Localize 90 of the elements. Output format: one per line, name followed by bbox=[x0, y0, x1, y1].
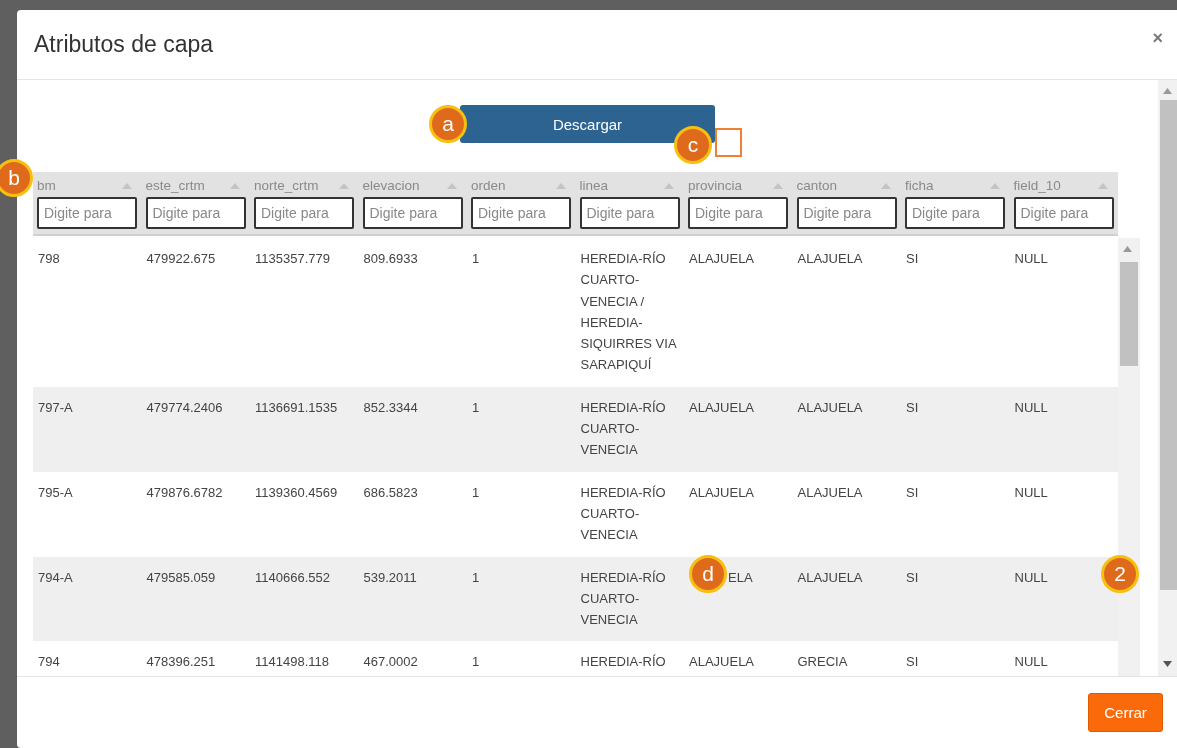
table-cell-text: 479774.2406 bbox=[145, 398, 224, 417]
column-header[interactable]: norte_crtm bbox=[254, 178, 319, 193]
table-cell-text: 1135357.779 bbox=[254, 250, 331, 268]
table-cell-text: ALAJUELA bbox=[796, 483, 864, 502]
table-cell-text: 1140666.552 bbox=[254, 568, 331, 587]
filter-field[interactable]: Digite para bbox=[471, 197, 571, 229]
filter-field[interactable]: Digite para bbox=[145, 197, 246, 229]
table-cell-text: NULL bbox=[1013, 250, 1049, 268]
table-cell-text: 794 bbox=[37, 653, 61, 672]
scroll-down-icon[interactable] bbox=[1163, 661, 1172, 667]
table-cell-text: 794-A bbox=[37, 568, 74, 587]
table-cell-text: 539.2011 bbox=[362, 568, 418, 587]
table-cell-text: 479585.059 bbox=[145, 568, 217, 587]
sort-icon[interactable] bbox=[989, 182, 1000, 189]
sort-icon[interactable] bbox=[121, 182, 132, 189]
column-header[interactable]: canton bbox=[796, 178, 838, 193]
filter-field[interactable]: Digite para bbox=[254, 197, 354, 229]
table-cell-text: 686.5823 bbox=[362, 483, 419, 502]
table-cell-text: ALAJUELA bbox=[688, 483, 756, 502]
table-cell-text: 1 bbox=[471, 250, 481, 268]
table-cell-text: SI bbox=[905, 568, 920, 587]
table-cell-text: 1 bbox=[471, 398, 481, 417]
table-cell-text: NULL bbox=[1013, 398, 1049, 417]
table-cell-text: HEREDIA-RÍO CUARTO-VENECIA bbox=[579, 483, 667, 545]
table-cell-text: 467.0002 bbox=[362, 653, 419, 672]
column-header[interactable]: field_10 bbox=[1013, 178, 1061, 193]
table-cell-text: SI bbox=[905, 250, 920, 268]
sort-icon[interactable] bbox=[664, 182, 674, 189]
table-cell-text: 795-A bbox=[37, 483, 74, 502]
table-cell-text: 478396.251 bbox=[145, 653, 217, 672]
table-cell-text: ALAJUELA bbox=[688, 250, 756, 268]
sort-icon[interactable] bbox=[230, 182, 240, 189]
highlight-marker bbox=[715, 128, 742, 157]
column-header[interactable]: linea bbox=[579, 178, 609, 193]
filter-field[interactable]: Digite para bbox=[688, 197, 788, 229]
table-cell-text: 1 bbox=[471, 568, 481, 587]
table-cell-text: SI bbox=[905, 483, 920, 502]
scroll-thumb[interactable] bbox=[1160, 100, 1177, 590]
table-cell-text: 797-A bbox=[37, 398, 74, 417]
table-cell-text: ALAJUELA bbox=[796, 398, 864, 417]
table-cell-text: 479876.6782 bbox=[145, 483, 224, 502]
table-cell-text: 1141498.118 bbox=[254, 653, 330, 672]
scroll-up-icon[interactable] bbox=[1163, 88, 1172, 94]
column-header[interactable]: orden bbox=[471, 178, 506, 193]
close-button[interactable]: Cerrar bbox=[1088, 693, 1163, 732]
filter-field[interactable]: Digite para bbox=[362, 197, 463, 229]
table-cell-text: ALAJUELA bbox=[796, 250, 864, 268]
table-cell-text: 852.3344 bbox=[362, 398, 419, 417]
column-header[interactable]: provincia bbox=[688, 178, 743, 193]
table-cell-text: 1 bbox=[471, 483, 481, 502]
table-cell-text: ALAJUELA bbox=[688, 398, 756, 417]
sort-icon[interactable] bbox=[555, 182, 566, 189]
table-cell-text: ALAJUELA bbox=[796, 568, 864, 587]
column-header[interactable]: ficha bbox=[905, 178, 934, 193]
table-cell-text: 1136691.1535 bbox=[254, 398, 339, 417]
sort-icon[interactable] bbox=[881, 182, 891, 189]
table-cell-text: 798 bbox=[37, 250, 61, 268]
table-cell-text: HEREDIA-RÍO CUARTO-VENECIA / HEREDIA-SIQUIRRES VIA SARAPIQUÍ bbox=[579, 250, 678, 375]
table-cell-text: HEREDIA-RÍO CUARTO-VENECIA bbox=[579, 568, 667, 630]
close-button[interactable]: × bbox=[1152, 28, 1163, 49]
table-cell-text: 479922.675 bbox=[145, 250, 217, 268]
filter-field[interactable]: Digite para bbox=[37, 197, 137, 229]
column-header[interactable]: bm bbox=[37, 178, 56, 193]
column-header[interactable]: elevacion bbox=[362, 178, 420, 193]
sort-icon[interactable] bbox=[772, 182, 783, 189]
table-cell-text: NULL bbox=[1013, 568, 1049, 587]
filter-field[interactable]: Digite para bbox=[905, 197, 1005, 229]
sort-icon[interactable] bbox=[447, 182, 457, 189]
filter-field[interactable]: Digite para bbox=[579, 197, 680, 229]
column-header[interactable]: este_crtm bbox=[145, 178, 205, 193]
scroll-thumb[interactable] bbox=[1120, 262, 1138, 366]
table-cell-text: ELA bbox=[727, 568, 754, 587]
table-cell-text: 1139360.4569 bbox=[254, 483, 339, 502]
table-cell-text: NULL bbox=[1013, 483, 1049, 502]
scrollbar[interactable] bbox=[1158, 80, 1177, 676]
scroll-up-icon[interactable] bbox=[1123, 246, 1132, 252]
table-cell-text: HEREDIA-RÍO bbox=[579, 653, 667, 672]
table-cell-text: 809.6933 bbox=[362, 250, 419, 268]
filter-field[interactable]: Digite para bbox=[1013, 197, 1114, 229]
table-cell-text: HEREDIA-RÍO CUARTO-VENECIA bbox=[579, 398, 667, 460]
table-cell-text: NULL bbox=[1013, 653, 1049, 672]
table-cell-text: SI bbox=[905, 398, 920, 417]
sort-icon[interactable] bbox=[338, 182, 349, 189]
table-cell-text: 1 bbox=[471, 653, 481, 672]
filter-field[interactable]: Digite para bbox=[796, 197, 897, 229]
table-cell-text: GRECIA bbox=[796, 653, 849, 672]
table-cell-text: ALAJUELA bbox=[688, 653, 756, 672]
dialog-title: Atributos de capa bbox=[34, 31, 213, 58]
table-cell-text: SI bbox=[905, 653, 920, 672]
sort-icon[interactable] bbox=[1098, 182, 1108, 189]
